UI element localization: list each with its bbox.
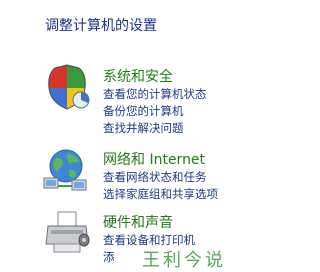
link-add-device-partial[interactable]: 添 [103, 249, 115, 265]
page-title: 调整计算机的设置 [45, 18, 157, 34]
link-backup-computer[interactable]: 备份您的计算机 [103, 103, 184, 119]
link-homegroup-sharing[interactable]: 选择家庭组和共享选项 [103, 186, 218, 202]
category-title-system-security[interactable]: 系统和安全 [103, 66, 173, 86]
shield-icon[interactable] [42, 64, 92, 110]
link-check-computer-status[interactable]: 查看您的计算机状态 [103, 86, 207, 102]
link-view-network-status[interactable]: 查看网络状态和任务 [103, 169, 207, 185]
link-find-fix-problems[interactable]: 查找并解决问题 [103, 120, 184, 136]
category-title-network-internet[interactable]: 网络和 Internet [103, 149, 205, 169]
category-title-hardware-sound[interactable]: 硬件和声音 [103, 212, 173, 232]
printer-icon[interactable] [42, 210, 92, 256]
watermark-text: 王利今说 [142, 250, 226, 271]
network-globe-icon[interactable] [42, 148, 92, 194]
